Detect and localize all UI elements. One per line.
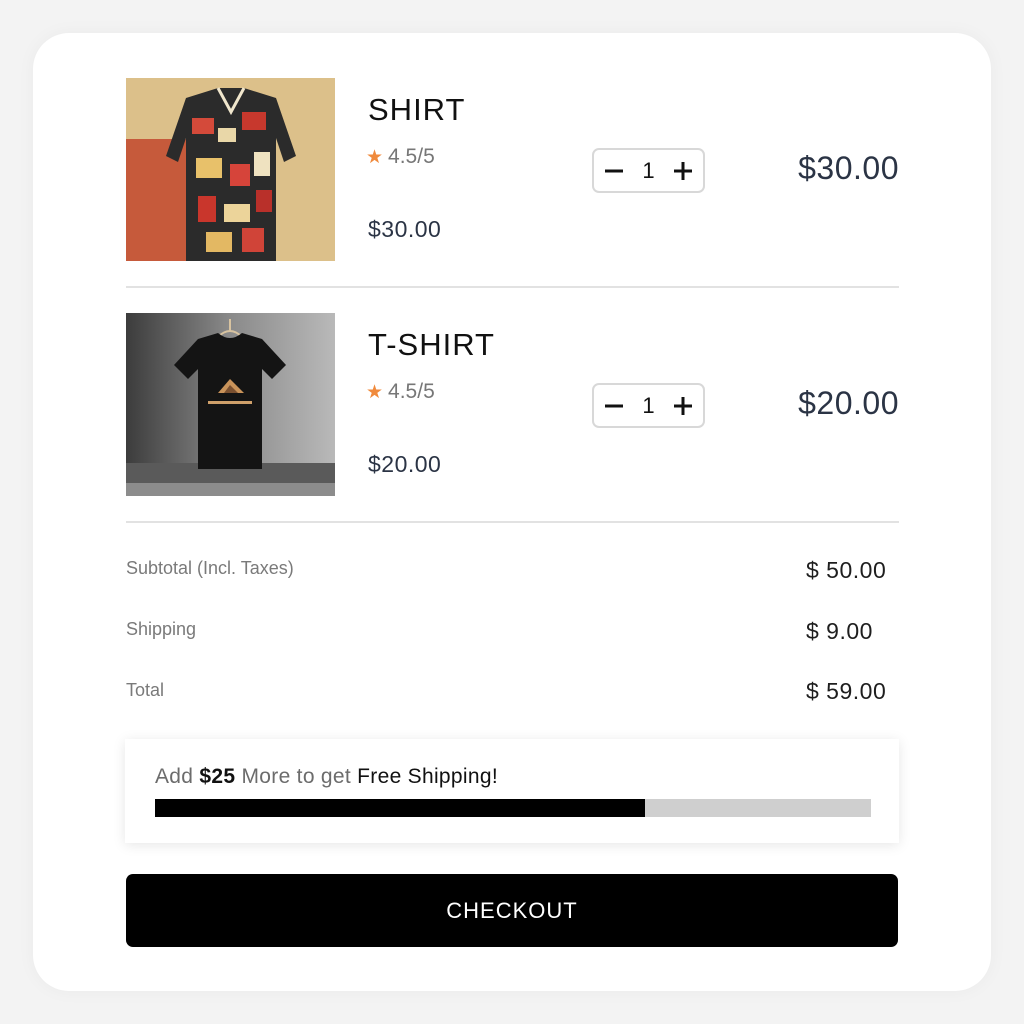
free-shipping-message: Add $25 More to get Free Shipping! [155,765,498,789]
rating-value: 4.5/5 [388,145,435,168]
total-value: $ 59.00 [806,678,887,704]
cart-item-shirt: SHIRT ★ 4.5/5 $30.00 1 $30.00 [126,78,899,261]
divider [126,521,899,523]
star-icon: ★ [366,381,384,403]
free-shipping-banner: Add $25 More to get Free Shipping! [125,739,899,843]
decrease-quantity-button[interactable] [602,394,626,418]
increase-quantity-button[interactable] [671,159,695,183]
product-rating: ★ 4.5/5 [366,380,435,404]
checkout-button[interactable]: CHECKOUT [126,874,898,947]
product-image-tshirt[interactable] [126,313,335,496]
shipping-progress-fill [155,799,645,817]
quantity-value: 1 [642,392,655,418]
plus-icon [674,161,692,180]
rating-value: 4.5/5 [388,380,435,403]
star-icon: ★ [366,146,384,168]
black-tshirt-photo [126,313,335,496]
patterned-shirt-photo [126,78,335,261]
quantity-value: 1 [642,157,655,183]
decrease-quantity-button[interactable] [602,159,626,183]
plus-icon [674,396,692,415]
divider [126,286,899,288]
increase-quantity-button[interactable] [671,394,695,418]
unit-price: $20.00 [368,451,442,477]
product-image-shirt[interactable] [126,78,335,261]
minus-icon [605,169,623,172]
shipping-label: Shipping [126,619,197,639]
line-total: $30.00 [798,150,899,186]
product-name: SHIRT [368,92,466,127]
subtotal-value: $ 50.00 [806,557,887,583]
subtotal-label: Subtotal (Incl. Taxes) [126,558,294,578]
line-total: $20.00 [798,385,899,421]
shipping-value: $ 9.00 [806,618,873,644]
unit-price: $30.00 [368,216,442,242]
quantity-stepper: 1 [592,383,705,428]
quantity-stepper: 1 [592,148,705,193]
cart-item-tshirt: T-SHIRT ★ 4.5/5 $20.00 1 $20.00 [126,313,899,496]
promo-middle: More to get [241,765,352,788]
promo-prefix: Add [155,765,194,788]
product-rating: ★ 4.5/5 [366,145,435,169]
minus-icon [605,404,623,407]
total-label: Total [126,680,165,700]
promo-amount: $25 [199,765,236,788]
product-name: T-SHIRT [368,327,495,362]
promo-suffix: Free Shipping! [357,765,498,788]
shipping-progress-track [155,799,871,817]
